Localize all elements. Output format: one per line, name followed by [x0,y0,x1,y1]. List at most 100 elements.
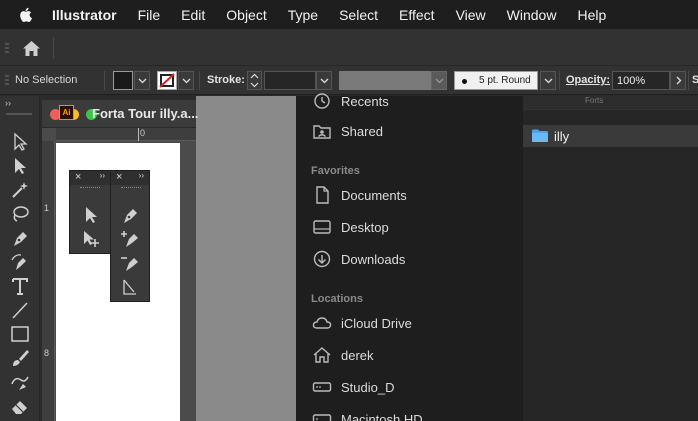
flyout-header[interactable]: × ›› [70,171,110,185]
type-tool-icon[interactable] [9,276,31,296]
flyout-grip[interactable] [121,187,141,190]
list-item-illy[interactable]: illy [523,125,698,147]
vertical-ruler[interactable]: 1 8 [42,141,55,421]
magic-wand-tool-icon[interactable] [9,180,31,200]
menu-file[interactable]: File [138,7,161,23]
stroke-label[interactable]: Stroke: [207,74,245,86]
close-icon[interactable]: × [116,171,122,183]
menu-view[interactable]: View [456,7,486,23]
menu-help[interactable]: Help [577,7,606,23]
download-icon [313,250,331,268]
stroke-weight-stepper[interactable] [247,71,262,90]
chevron-down-icon [435,78,444,84]
panel-grip-icon[interactable] [5,74,9,88]
expand-flyout-icon[interactable]: ›› [100,171,105,180]
pen-tools-flyout: × ›› [110,170,150,302]
sidebar-item-documents[interactable]: Documents [312,184,407,206]
horizontal-ruler[interactable]: 0 [56,128,196,141]
divider [688,71,689,90]
menu-edit[interactable]: Edit [181,7,205,23]
canvas-background[interactable] [196,96,296,421]
sidebar-section-favorites: Favorites [311,165,360,177]
stroke-color-dropdown[interactable] [178,71,194,90]
style-label[interactable]: S [692,74,698,86]
paintbrush-tool-icon[interactable] [9,348,31,368]
chevron-down-icon [544,78,553,84]
close-icon[interactable]: × [75,171,81,183]
opacity-label[interactable]: Opacity: [566,74,610,86]
eraser-tool-icon[interactable] [9,396,31,416]
stroke-weight-dropdown[interactable] [316,71,332,90]
sidebar-item-shared[interactable]: Shared [312,120,383,142]
drive-icon [312,414,332,421]
fill-dropdown[interactable] [134,71,150,90]
brush-definition[interactable]: 5 pt. Round [454,71,538,90]
pen-tool-icon[interactable] [9,228,31,248]
anchor-point-tool-icon[interactable] [120,277,140,297]
ruler-tick [138,128,139,141]
rectangle-tool-icon[interactable] [9,324,31,344]
clock-icon [314,93,330,109]
opacity-dropdown[interactable] [670,71,686,90]
menu-object[interactable]: Object [226,7,266,23]
divider [53,37,54,59]
apple-icon[interactable] [18,6,35,23]
pen-tool-icon[interactable] [120,205,140,225]
shaper-tool-icon[interactable] [9,372,31,392]
flyout-grip[interactable] [80,187,100,190]
flyout-header[interactable]: × ›› [111,171,149,185]
column-header-remnant: Forts [523,96,698,110]
variable-width-dropdown[interactable] [431,71,447,90]
panel-grip-icon[interactable] [5,42,9,56]
curvature-tool-icon[interactable] [9,252,31,272]
sidebar-item-studio-d[interactable]: Studio_D [312,376,394,398]
divider [559,71,560,90]
brush-dropdown[interactable] [540,71,556,90]
selection-tool-icon[interactable] [9,132,31,152]
lasso-tool-icon[interactable] [9,204,31,224]
sidebar-item-downloads[interactable]: Downloads [312,248,405,270]
divider [199,71,200,90]
sidebar-item-macintosh-hd[interactable]: Macintosh HD [312,408,423,421]
panel-handle[interactable] [6,113,32,115]
sidebar-item-derek[interactable]: derek [312,344,374,366]
expand-flyout-icon[interactable]: ›› [139,171,144,180]
menu-type[interactable]: Type [288,7,318,23]
chevron-down-icon [182,78,191,84]
sidebar-section-locations: Locations [311,293,363,305]
sidebar-item-recents[interactable]: Recents [312,90,389,112]
menu-effect[interactable]: Effect [399,7,435,23]
chevron-down-icon [138,78,147,84]
ruler-label: 8 [44,348,50,358]
folder-name: illy [554,129,570,144]
document-titlebar[interactable]: Ai Forta Tour illy.a... [42,100,199,128]
stroke-swatch[interactable] [157,71,177,90]
stroke-weight-input[interactable] [264,71,316,90]
menu-select[interactable]: Select [339,7,378,23]
menu-app-illustrator[interactable]: Illustrator [52,7,117,23]
sidebar-item-icloud-drive[interactable]: iCloud Drive [312,312,412,334]
line-segment-tool-icon[interactable] [9,300,31,320]
variable-width-profile[interactable] [339,71,431,90]
opacity-input[interactable]: 100% [612,71,670,90]
tools-panel: ›› [0,96,40,421]
document-title: Forta Tour illy.a... [92,106,199,121]
finder-sidebar: Recents Shared Favorites Documents Deskt… [296,93,523,421]
direct-selection-tool-icon[interactable] [9,156,31,176]
cloud-icon [312,317,332,329]
add-anchor-point-tool-icon[interactable] [120,229,140,249]
illustrator-file-icon: Ai [59,105,74,120]
menu-window[interactable]: Window [507,7,557,23]
delete-anchor-point-tool-icon[interactable] [120,253,140,273]
collapse-panel-icon[interactable]: ›› [5,98,11,108]
shared-folder-icon [313,125,331,139]
fill-swatch[interactable] [113,71,133,90]
divider [104,71,105,90]
selection-tools-flyout: × ›› [69,170,111,254]
sidebar-item-desktop[interactable]: Desktop [312,216,389,238]
home-icon[interactable] [22,40,41,57]
home-icon [313,347,331,363]
application-bar [0,29,698,66]
direct-selection-tool-icon[interactable] [81,205,101,225]
group-selection-tool-icon[interactable] [81,229,101,249]
